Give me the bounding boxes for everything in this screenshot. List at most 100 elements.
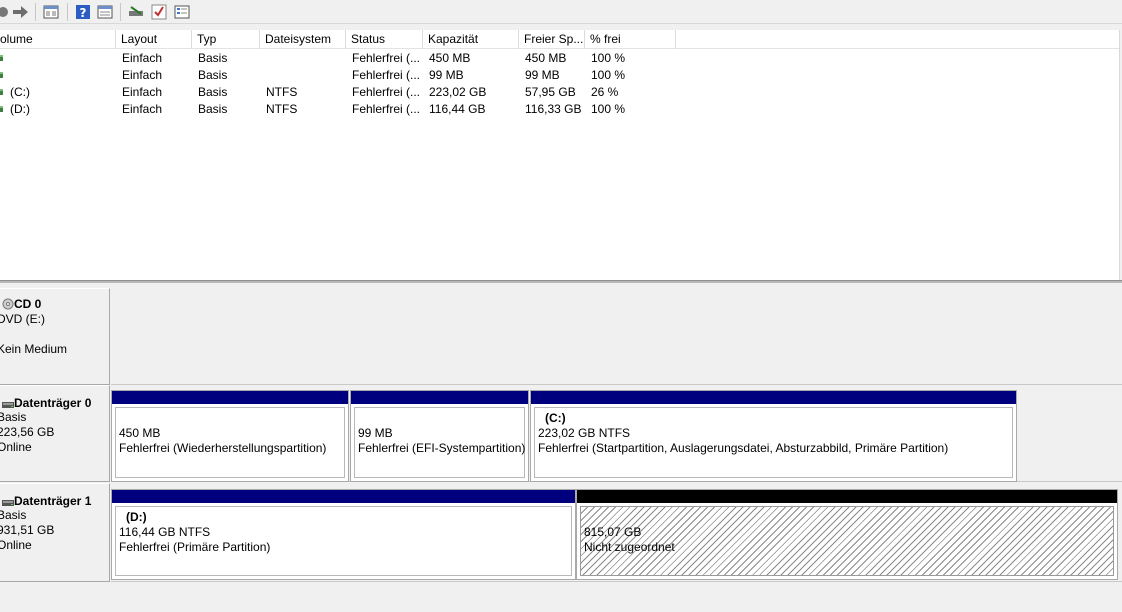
cell-layout: Einfach [122,102,163,116]
column-volume[interactable]: olume [0,30,116,49]
disk-name: Datenträger 0 [14,396,92,410]
partition-size: 450 MB [119,426,161,440]
disk-graphical-view: CD 0 DVD (E:) Kein Medium Datenträger 0 … [0,283,1122,612]
cell-volume [4,50,114,67]
cell-kapazitaet: 116,44 GB [429,102,486,116]
disk-drive-type: DVD (E:) [0,312,45,326]
column-dateisystem[interactable]: Dateisystem [260,30,346,49]
column-status[interactable]: Status [346,30,423,49]
partition-d[interactable]: (D:) 116,44 GB NTFS Fehlerfrei (Primäre … [111,489,576,580]
cell-prozent-frei: 26 % [591,85,619,99]
disk-body-disk1: (D:) 116,44 GB NTFS Fehlerfrei (Primäre … [111,483,1122,582]
volume-icon [0,72,3,78]
help-icon[interactable]: ? [74,3,92,21]
partition-content: 99 MB Fehlerfrei (EFI-Systempartition) [354,407,525,478]
partition-status: Fehlerfrei (Startpartition, Auslagerungs… [538,441,949,455]
properties-icon[interactable] [42,3,60,21]
cell-typ: Basis [198,102,228,116]
cell-layout: Einfach [122,51,163,65]
list-header: olume Layout Typ Dateisystem Status Kapa… [0,30,1119,49]
partition-c[interactable]: (C:) 223,02 GB NTFS Fehlerfrei (Startpar… [530,390,1017,482]
check-icon[interactable] [150,3,168,21]
volume-icon [0,55,3,61]
toolbar-separator [67,3,68,21]
column-layout[interactable]: Layout [116,30,192,49]
disk-body-cd0 [111,288,1122,385]
table-row[interactable]: Einfach Basis Fehlerfrei (... 450 MB 450… [0,50,1119,67]
table-row[interactable]: (D:) Einfach Basis NTFS Fehlerfrei (... … [0,101,1119,118]
disk-size: 931,51 GB [0,523,55,537]
partition-bar [112,490,575,503]
partition-bar [531,391,1016,404]
partition-unallocated[interactable]: 815,07 GB Nicht zugeordnet [576,489,1118,580]
partition-size: 223,02 GB NTFS [538,426,631,440]
partition-bar [112,391,348,404]
svg-text:?: ? [80,6,87,20]
disk-status: Online [0,538,32,552]
rescan-icon[interactable] [127,3,145,21]
cell-layout: Einfach [122,85,163,99]
cell-freier-speicher: 99 MB [525,68,560,82]
cell-status: Fehlerfrei (... [352,68,421,82]
cell-freier-speicher: 57,95 GB [525,85,576,99]
partition-bar [577,490,1117,503]
column-kapazitaet[interactable]: Kapazität [423,30,519,49]
cell-volume: (C:) [10,85,30,99]
disk-type: Basis [0,410,27,424]
toolbar-separator [35,3,36,21]
table-row[interactable]: Einfach Basis Fehlerfrei (... 99 MB 99 M… [0,67,1119,84]
disk-name: Datenträger 1 [14,494,92,508]
disk-size: 223,56 GB [0,425,55,439]
column-freier-speicher[interactable]: Freier Sp... [519,30,585,49]
cell-kapazitaet: 450 MB [429,51,471,65]
partition-content: (C:) 223,02 GB NTFS Fehlerfrei (Startpar… [534,407,1013,478]
partition-size: 815,07 GB [584,525,642,539]
table-row[interactable]: (C:) Einfach Basis NTFS Fehlerfrei (... … [0,84,1119,101]
disk-label-cd0[interactable]: CD 0 DVD (E:) Kein Medium [0,288,110,385]
column-prozent-frei[interactable]: % frei [585,30,676,49]
disk-type: Basis [0,508,27,522]
partition-efi[interactable]: 99 MB Fehlerfrei (EFI-Systempartition) [350,390,529,482]
partition-recovery[interactable]: 450 MB Fehlerfrei (Wiederherstellungspar… [111,390,349,482]
view-icon[interactable] [96,3,114,21]
cell-layout: Einfach [122,68,163,82]
cell-status: Fehlerfrei (... [352,51,421,65]
cell-status: Fehlerfrei (... [352,102,421,116]
list-icon[interactable] [173,3,191,21]
forward-arrow-icon[interactable] [11,3,29,21]
cell-prozent-frei: 100 % [591,51,626,65]
disk-label-disk1[interactable]: Datenträger 1 Basis 931,51 GB Online [0,483,110,582]
partition-size: 99 MB [358,426,393,440]
partition-status: Fehlerfrei (Primäre Partition) [119,540,271,554]
cell-dateisystem [260,50,346,67]
volume-icon [0,106,3,112]
volume-list[interactable]: olume Layout Typ Dateisystem Status Kapa… [0,30,1120,280]
toolbar-separator [120,3,121,21]
toolbar: ? [0,0,1122,24]
cell-typ: Basis [198,51,228,65]
partition-status: Nicht zugeordnet [584,540,675,554]
column-typ[interactable]: Typ [192,30,260,49]
cell-dateisystem: NTFS [266,85,298,99]
cell-volume [4,67,114,84]
partition-content: 450 MB Fehlerfrei (Wiederherstellungspar… [115,407,345,478]
partition-size: 116,44 GB NTFS [119,525,211,539]
disk-name: CD 0 [14,297,42,311]
partition-content: 815,07 GB Nicht zugeordnet [580,506,1114,576]
cell-freier-speicher: 116,33 GB [525,102,582,116]
cell-freier-speicher: 450 MB [525,51,567,65]
cell-volume: (D:) [10,102,30,116]
partition-status: Fehlerfrei (EFI-Systempartition) [358,441,526,455]
partition-bar [351,391,528,404]
cell-prozent-frei: 100 % [591,68,626,82]
partition-title: (D:) [126,510,147,524]
disk-label-disk0[interactable]: Datenträger 0 Basis 223,56 GB Online [0,385,110,482]
cell-kapazitaet: 99 MB [429,68,464,82]
disk-body-disk0: 450 MB Fehlerfrei (Wiederherstellungspar… [111,385,1122,482]
partition-status: Fehlerfrei (Wiederherstellungspartition) [119,441,327,455]
cell-status: Fehlerfrei (... [352,85,421,99]
disk-status: Online [0,440,32,454]
volume-icon [0,89,3,95]
cell-typ: Basis [198,85,228,99]
cell-prozent-frei: 100 % [591,102,626,116]
